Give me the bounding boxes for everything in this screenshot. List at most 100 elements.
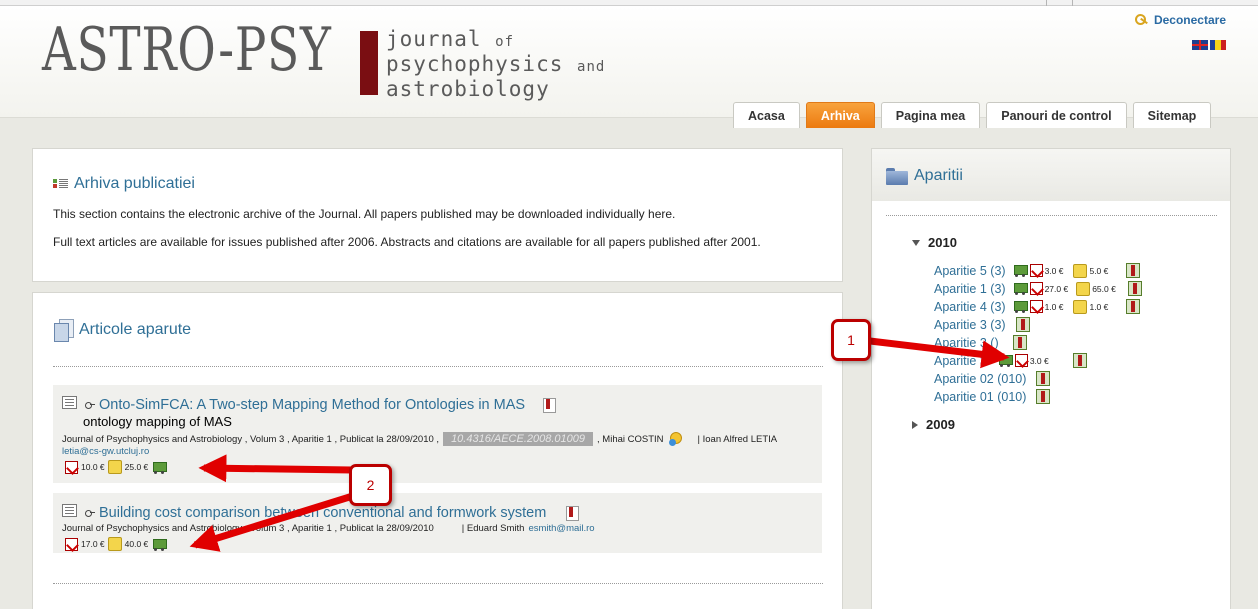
book-icon[interactable]: [1072, 353, 1087, 368]
issue-item: Aparitie 3 (3): [934, 317, 1030, 332]
article-title-link[interactable]: Onto-SimFCA: A Two-step Mapping Method f…: [99, 397, 525, 413]
folder-icon: [886, 167, 908, 185]
articles-title: Articole aparute: [79, 321, 192, 338]
note-icon[interactable]: [1076, 281, 1091, 296]
pdf-icon[interactable]: [1029, 264, 1043, 277]
note-icon[interactable]: [1073, 263, 1088, 278]
divider: [53, 583, 823, 584]
pdf-price: 3.0 €: [1029, 355, 1049, 366]
logo-title[interactable]: ASTRO-PSY: [42, 20, 332, 80]
issue-item: Aparitie 1 (3) 27.0 € 65.0 €: [934, 281, 1142, 296]
note-price: 25.0 €: [124, 462, 149, 472]
issue-link[interactable]: Aparitie 3 (3): [934, 318, 1006, 332]
note-price: 5.0 €: [1089, 265, 1109, 276]
article-title-row: Onto-SimFCA: A Two-step Mapping Method f…: [85, 397, 557, 413]
issue-link[interactable]: Aparitie 3 (): [934, 336, 999, 350]
article-title-row: Building cost comparison between convent…: [85, 505, 580, 521]
issue-item: Aparitie 3 3.0 €: [934, 353, 1087, 368]
issue-link[interactable]: Aparitie 1 (3): [934, 282, 1006, 296]
issue-item: Aparitie 3 (): [934, 335, 1027, 350]
issue-link[interactable]: Aparitie 3: [934, 354, 987, 368]
sidebar-heading: Aparitii: [886, 167, 963, 185]
year-2009-toggle[interactable]: 2009: [912, 417, 955, 432]
articles-panel: Articole aparute Onto-SimFCA: A Two-step…: [32, 292, 843, 609]
cart-icon[interactable]: [997, 354, 1013, 367]
issue-item: Aparitie 5 (3) 3.0 € 5.0 €: [934, 263, 1141, 278]
pdf-icon[interactable]: [1014, 354, 1028, 367]
author-email-link[interactable]: letia@cs-gw.utcluj.ro: [62, 446, 149, 457]
article-title-link[interactable]: Building cost comparison between convent…: [99, 505, 546, 521]
tab-pagina-mea[interactable]: Pagina mea: [880, 102, 981, 128]
note-icon[interactable]: [1073, 299, 1088, 314]
book-icon[interactable]: [1126, 299, 1141, 314]
tab-arhiva[interactable]: Arhiva: [805, 102, 875, 128]
book-icon[interactable]: [1015, 317, 1030, 332]
issue-link[interactable]: Aparitie 01 (010): [934, 390, 1026, 404]
language-flags: [1192, 40, 1226, 50]
year-2010-toggle[interactable]: 2010: [912, 235, 957, 250]
cart-icon[interactable]: [1012, 264, 1028, 277]
author-email-link[interactable]: esmith@mail.ro: [528, 523, 594, 534]
romanian-flag-icon[interactable]: [1210, 40, 1226, 50]
tab-acasa[interactable]: Acasa: [733, 102, 800, 128]
issue-link[interactable]: Aparitie 4 (3): [934, 300, 1006, 314]
archive-text-2: Full text articles are available for iss…: [53, 235, 761, 249]
note-price: 65.0 €: [1092, 283, 1116, 294]
articles-heading: Articole aparute: [53, 319, 192, 342]
article-subtitle: ontology mapping of MAS: [83, 414, 232, 429]
year-label: 2009: [926, 417, 955, 432]
main-nav: Acasa Arhiva Pagina mea Panouri de contr…: [733, 102, 1212, 128]
tab-sitemap[interactable]: Sitemap: [1132, 102, 1212, 128]
issue-item: Aparitie 02 (010): [934, 371, 1051, 386]
sidebar-header: Aparitii: [872, 149, 1230, 201]
user-icon[interactable]: [668, 432, 682, 446]
issue-item: Aparitie 4 (3) 1.0 € 1.0 €: [934, 299, 1141, 314]
english-flag-icon[interactable]: [1192, 40, 1208, 50]
article-prices: 10.0 € 25.0 €: [65, 460, 168, 474]
note-icon[interactable]: [107, 460, 122, 474]
pdf-icon[interactable]: [65, 460, 78, 474]
expand-arrow-icon: [912, 239, 920, 246]
pdf-icon[interactable]: [1029, 300, 1043, 313]
logo-line2: psychophysics: [386, 52, 564, 76]
book-icon[interactable]: [1127, 281, 1142, 296]
book-icon[interactable]: [1012, 335, 1027, 350]
issue-link[interactable]: Aparitie 02 (010): [934, 372, 1026, 386]
author-name: | Eduard Smith: [461, 523, 525, 534]
logout-link[interactable]: Deconectare: [1134, 13, 1226, 27]
abstract-icon[interactable]: [62, 396, 77, 409]
logo-line1: journal: [386, 27, 482, 51]
cart-icon[interactable]: [151, 538, 168, 551]
cart-icon[interactable]: [151, 461, 168, 474]
bookmark-icon[interactable]: [543, 397, 557, 413]
logo-line3: astrobiology: [386, 77, 550, 101]
book-icon[interactable]: [1036, 389, 1051, 404]
cart-icon[interactable]: [1012, 300, 1028, 313]
archive-heading: Arhiva publicatiei: [53, 175, 195, 193]
book-icon[interactable]: [1036, 371, 1051, 386]
article-item: Building cost comparison between convent…: [53, 493, 822, 553]
issue-link[interactable]: Aparitie 5 (3): [934, 264, 1006, 278]
news-icon: [53, 177, 68, 191]
bookmark-icon[interactable]: [566, 505, 580, 521]
issues-sidebar: Aparitii 2010 Aparitie 5 (3) 3.0 € 5.0 €…: [871, 148, 1231, 609]
article-meta-text: Journal of Psychophysics and Astrobiolog…: [62, 433, 440, 445]
logo-bar: [360, 31, 378, 95]
logout-label: Deconectare: [1153, 13, 1226, 27]
site-header: ASTRO-PSY journal of psychophysics and a…: [0, 6, 1258, 128]
pdf-price: 17.0 €: [81, 539, 105, 549]
tab-panouri-de-control[interactable]: Panouri de control: [986, 102, 1127, 128]
note-icon[interactable]: [107, 537, 122, 551]
abstract-icon[interactable]: [62, 504, 77, 517]
book-icon[interactable]: [1126, 263, 1141, 278]
article-meta-text: Journal of Psychophysics and Astrobiolog…: [62, 523, 434, 534]
sidebar-title: Aparitii: [914, 167, 963, 184]
pdf-icon[interactable]: [1029, 282, 1043, 295]
key-icon: [85, 401, 95, 409]
pdf-icon[interactable]: [65, 537, 78, 551]
doi-link[interactable]: 10.4316/AECE.2008.01009: [443, 432, 594, 446]
key-icon: [1134, 14, 1149, 26]
article-meta: Journal of Psychophysics and Astrobiolog…: [62, 432, 777, 446]
note-price: 40.0 €: [124, 539, 149, 549]
cart-icon[interactable]: [1012, 282, 1028, 295]
